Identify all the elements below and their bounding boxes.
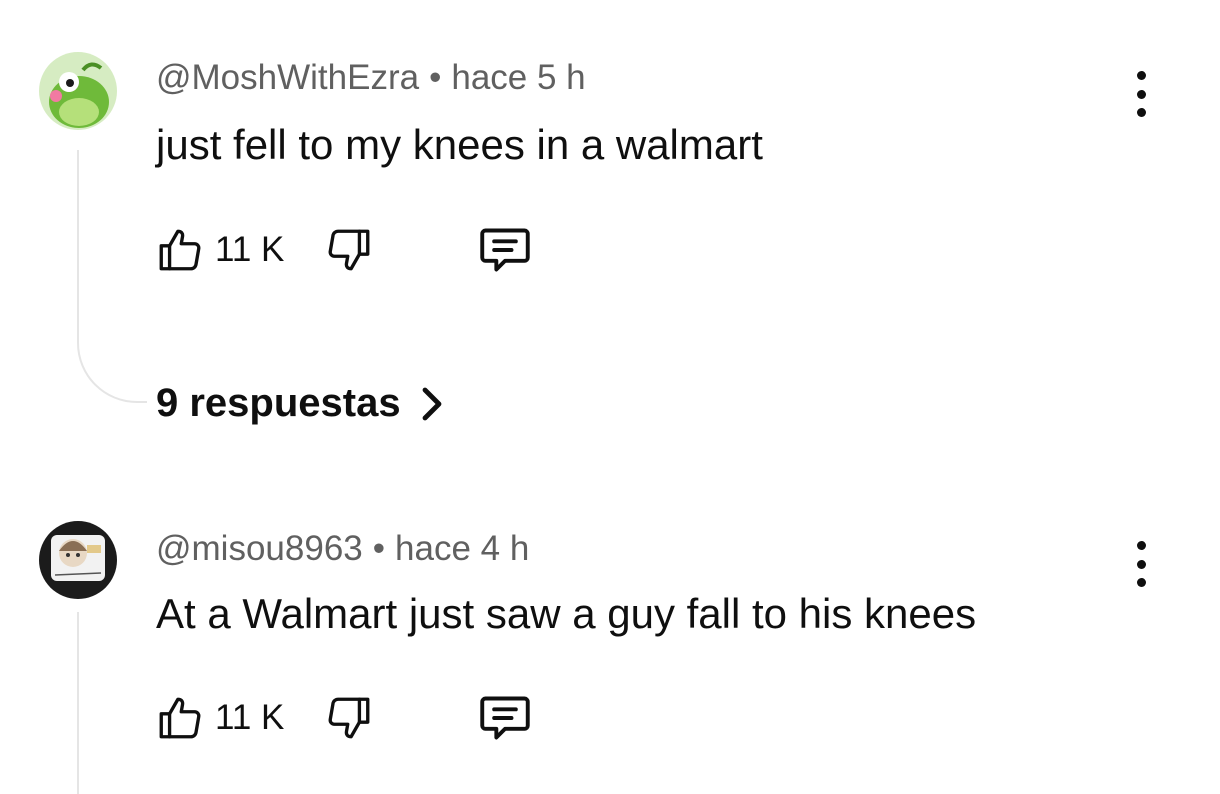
comment-2: @misou8963 • hace 4 h At a Walmart just sa…: [0, 0, 1220, 794]
comment-author[interactable]: @misou8963: [156, 529, 363, 568]
like-button[interactable]: [155, 693, 205, 743]
more-options-button[interactable]: [1126, 541, 1156, 587]
reply-button[interactable]: [476, 692, 534, 744]
like-count: 11 K: [215, 698, 285, 737]
comment-icon: [480, 696, 531, 740]
thread-line: [77, 612, 79, 794]
comment-meta: @misou8963 • hace 4 h: [156, 529, 529, 569]
avatar-misou8963[interactable]: [39, 521, 117, 599]
thumb-up-icon: [159, 697, 201, 739]
thumb-down-icon: [328, 697, 370, 739]
meta-separator: •: [372, 529, 386, 568]
comment-actions: 11 K: [155, 692, 534, 744]
dislike-button[interactable]: [324, 693, 374, 743]
comment-text: At a Walmart just saw a guy fall to his …: [156, 590, 977, 637]
more-vertical-icon: [1136, 541, 1146, 550]
comment-time: hace 4 h: [395, 529, 530, 568]
